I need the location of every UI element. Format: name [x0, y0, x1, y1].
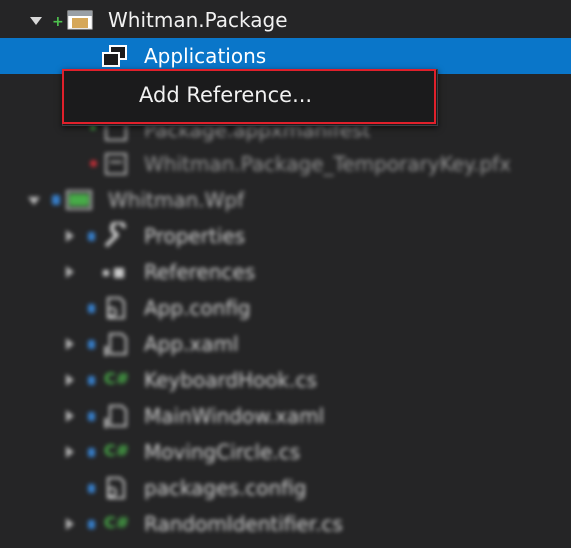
lock-icon — [88, 484, 95, 493]
tree-item-label: Whitman.Wpf — [108, 188, 245, 212]
expand-arrow-closed-icon[interactable] — [66, 266, 74, 278]
tree-item-whitman-package[interactable]: + Whitman.Package — [0, 2, 571, 38]
lock-icon — [88, 304, 95, 313]
tree-item-label: RandomIdentifier.cs — [144, 512, 343, 536]
tree-item-label: Whitman.Package_TemporaryKey.pfx — [144, 152, 511, 176]
tree-item-whitman-wpf[interactable]: Whitman.Wpf — [0, 182, 571, 218]
lock-icon — [88, 448, 95, 457]
lock-icon — [88, 376, 95, 385]
tree-item-app-config[interactable]: App.config — [0, 290, 571, 326]
tree-item-temporary-key[interactable]: Whitman.Package_TemporaryKey.pfx — [0, 146, 571, 182]
csharp-icon: C# — [104, 513, 130, 532]
expand-arrow-open-icon[interactable] — [30, 17, 42, 25]
tree-item-properties[interactable]: Properties — [0, 218, 571, 254]
lock-icon — [88, 520, 95, 529]
expand-arrow-closed-icon[interactable] — [66, 410, 74, 422]
config-icon — [107, 477, 125, 499]
csharp-icon: C# — [104, 369, 130, 388]
tree-item-label: App.config — [144, 296, 251, 320]
wrench-icon — [104, 222, 126, 248]
lock-icon — [52, 195, 60, 205]
expand-arrow-closed-icon[interactable] — [66, 374, 74, 386]
tree-item-label: Whitman.Package — [108, 8, 288, 32]
tree-item-label: Properties — [144, 224, 246, 248]
xaml-icon — [104, 333, 127, 356]
expand-arrow-open-icon[interactable] — [28, 197, 40, 205]
config-icon — [107, 297, 125, 319]
expand-arrow-closed-icon[interactable] — [66, 338, 74, 350]
tree-item-label: MainWindow.xaml — [144, 404, 325, 428]
tree-item-keyboardhook-cs[interactable]: C# KeyboardHook.cs — [0, 362, 571, 398]
csharp-icon: C# — [104, 441, 130, 460]
lock-icon — [88, 412, 95, 421]
lock-icon — [88, 232, 95, 241]
tree-item-label: App.xaml — [144, 332, 239, 356]
expand-arrow-closed-icon[interactable] — [66, 518, 74, 530]
xaml-icon — [104, 405, 127, 428]
expand-arrow-closed-icon[interactable] — [66, 230, 74, 242]
red-highlight-box — [62, 69, 436, 124]
applications-folder-icon — [102, 45, 127, 67]
tree-item-mainwindow-xaml[interactable]: MainWindow.xaml — [0, 398, 571, 434]
tree-item-label: MovingCircle.cs — [144, 440, 301, 464]
tree-item-movingcircle-cs[interactable]: C# MovingCircle.cs — [0, 434, 571, 470]
tree-item-label: Applications — [144, 44, 267, 68]
lock-icon — [88, 340, 95, 349]
tree-item-randomidentifier-cs[interactable]: C# RandomIdentifier.cs — [0, 506, 571, 542]
tree-item-packages-config[interactable]: packages.config — [0, 470, 571, 506]
references-icon — [103, 268, 124, 278]
package-project-icon — [67, 10, 93, 30]
tree-item-label: References — [144, 260, 256, 284]
tree-item-references[interactable]: References — [0, 254, 571, 290]
error-dot-icon — [90, 160, 97, 167]
add-plus-icon: + — [52, 14, 64, 30]
expand-arrow-closed-icon[interactable] — [66, 446, 74, 458]
tree-item-label: packages.config — [144, 476, 307, 500]
wpf-project-icon — [66, 190, 92, 210]
tree-item-label: KeyboardHook.cs — [144, 368, 317, 392]
tree-item-app-xaml[interactable]: App.xaml — [0, 326, 571, 362]
certificate-file-icon — [105, 153, 127, 175]
